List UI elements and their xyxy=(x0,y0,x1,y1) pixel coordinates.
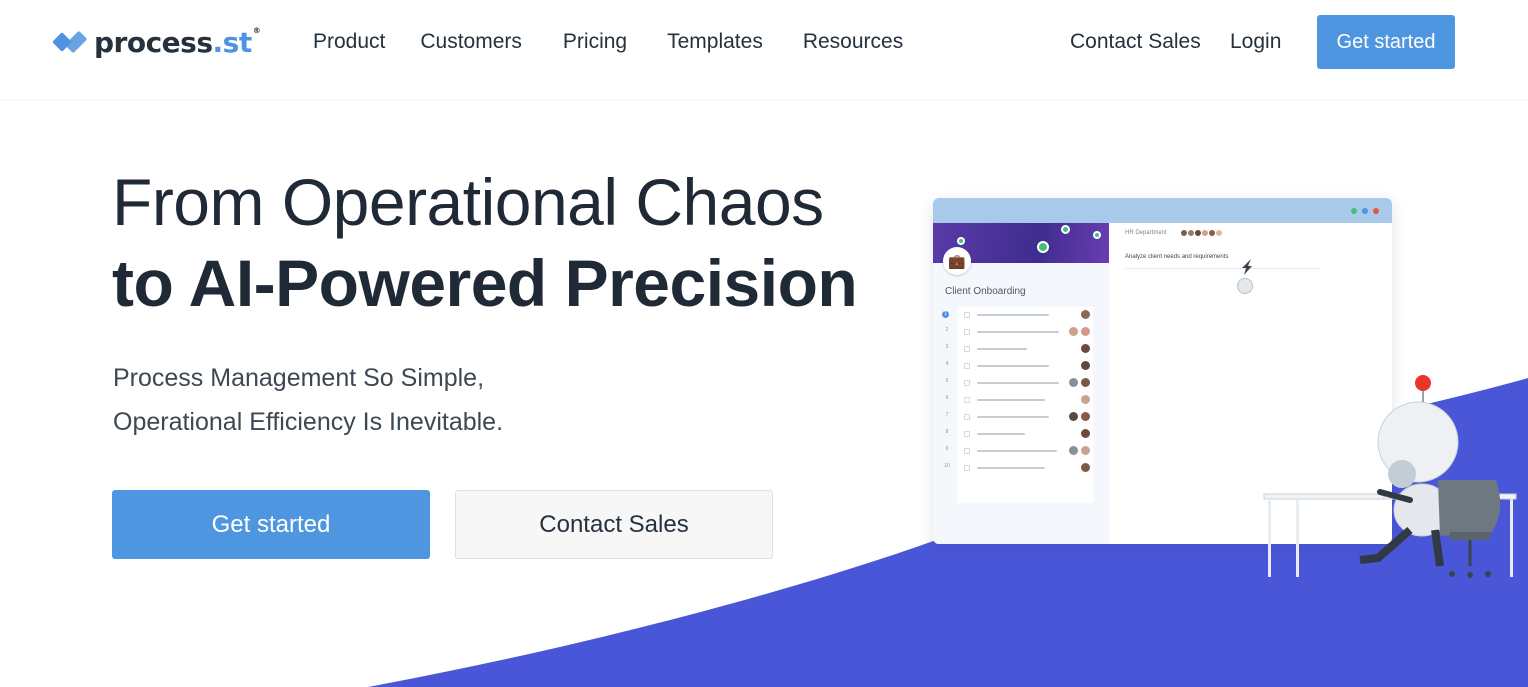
cursor-arrow-icon xyxy=(1242,259,1252,275)
check-icon xyxy=(1061,225,1070,234)
hero-get-started-button[interactable]: Get started xyxy=(112,490,430,559)
list-item: 4 xyxy=(946,358,1093,374)
avatar xyxy=(1215,229,1223,237)
logo-wordmark: process.st® xyxy=(94,25,261,59)
hero-contact-sales-button[interactable]: Contact Sales xyxy=(455,490,773,559)
window-dot-red xyxy=(1373,208,1379,214)
hero-title-line-2: to AI-Powered Precision xyxy=(112,246,858,320)
briefcase-icon: 💼 xyxy=(943,247,971,275)
department-label: HR Department xyxy=(1125,230,1167,236)
hero-subtitle-line-1: Process Management So Simple, xyxy=(113,364,485,392)
list-item: 8 xyxy=(946,426,1093,442)
hero-title-line-1: From Operational Chaos xyxy=(112,165,824,239)
logo-mark-icon xyxy=(52,24,88,60)
header-contact-sales-link[interactable]: Contact Sales xyxy=(1070,30,1201,54)
divider xyxy=(1125,268,1321,269)
nav-item-customers[interactable]: Customers xyxy=(420,30,522,54)
page: process.st® Product Customers Pricing Te… xyxy=(0,0,1528,687)
list-item: 5 xyxy=(946,375,1093,391)
window-dot-blue xyxy=(1362,208,1368,214)
main-nav: Product Customers Pricing Templates Reso… xyxy=(313,30,903,54)
check-icon xyxy=(1093,231,1101,239)
process-st-logo[interactable]: process.st® xyxy=(52,24,261,60)
list-item: 9 xyxy=(946,443,1093,459)
nav-item-pricing[interactable]: Pricing xyxy=(563,30,627,54)
check-icon xyxy=(1037,241,1049,253)
nav-item-templates[interactable]: Templates xyxy=(667,30,763,54)
list-item: 6 xyxy=(946,392,1093,408)
checklist-title: Client Onboarding xyxy=(945,286,1026,297)
task-list: 1 2 3 4 5 6 7 8 9 10 xyxy=(942,307,1093,503)
window-titlebar xyxy=(933,198,1392,223)
list-item: 3 xyxy=(946,341,1093,357)
list-item: 10 xyxy=(944,460,1093,476)
robot-at-desk-illustration xyxy=(1263,375,1517,578)
site-header: process.st® Product Customers Pricing Te… xyxy=(0,0,1528,99)
list-item: 1 xyxy=(942,307,1093,323)
header-get-started-button[interactable]: Get started xyxy=(1317,15,1455,69)
hero-subtitle-line-2: Operational Efficiency Is Inevitable. xyxy=(113,408,504,436)
header-login-link[interactable]: Login xyxy=(1230,30,1281,54)
checklist-panel: 💼 Client Onboarding 1 2 3 4 5 6 7 8 9 10 xyxy=(933,223,1109,544)
mini-robot-icon xyxy=(1237,278,1253,294)
list-item: 7 xyxy=(946,409,1093,425)
list-item: 2 xyxy=(946,324,1093,340)
nav-item-resources[interactable]: Resources xyxy=(803,30,903,54)
check-icon xyxy=(957,237,965,245)
avatar-group xyxy=(1180,229,1223,237)
task-heading: Analyze client needs and requirements xyxy=(1125,254,1229,260)
nav-item-product[interactable]: Product xyxy=(313,30,385,54)
window-dot-green xyxy=(1351,208,1357,214)
